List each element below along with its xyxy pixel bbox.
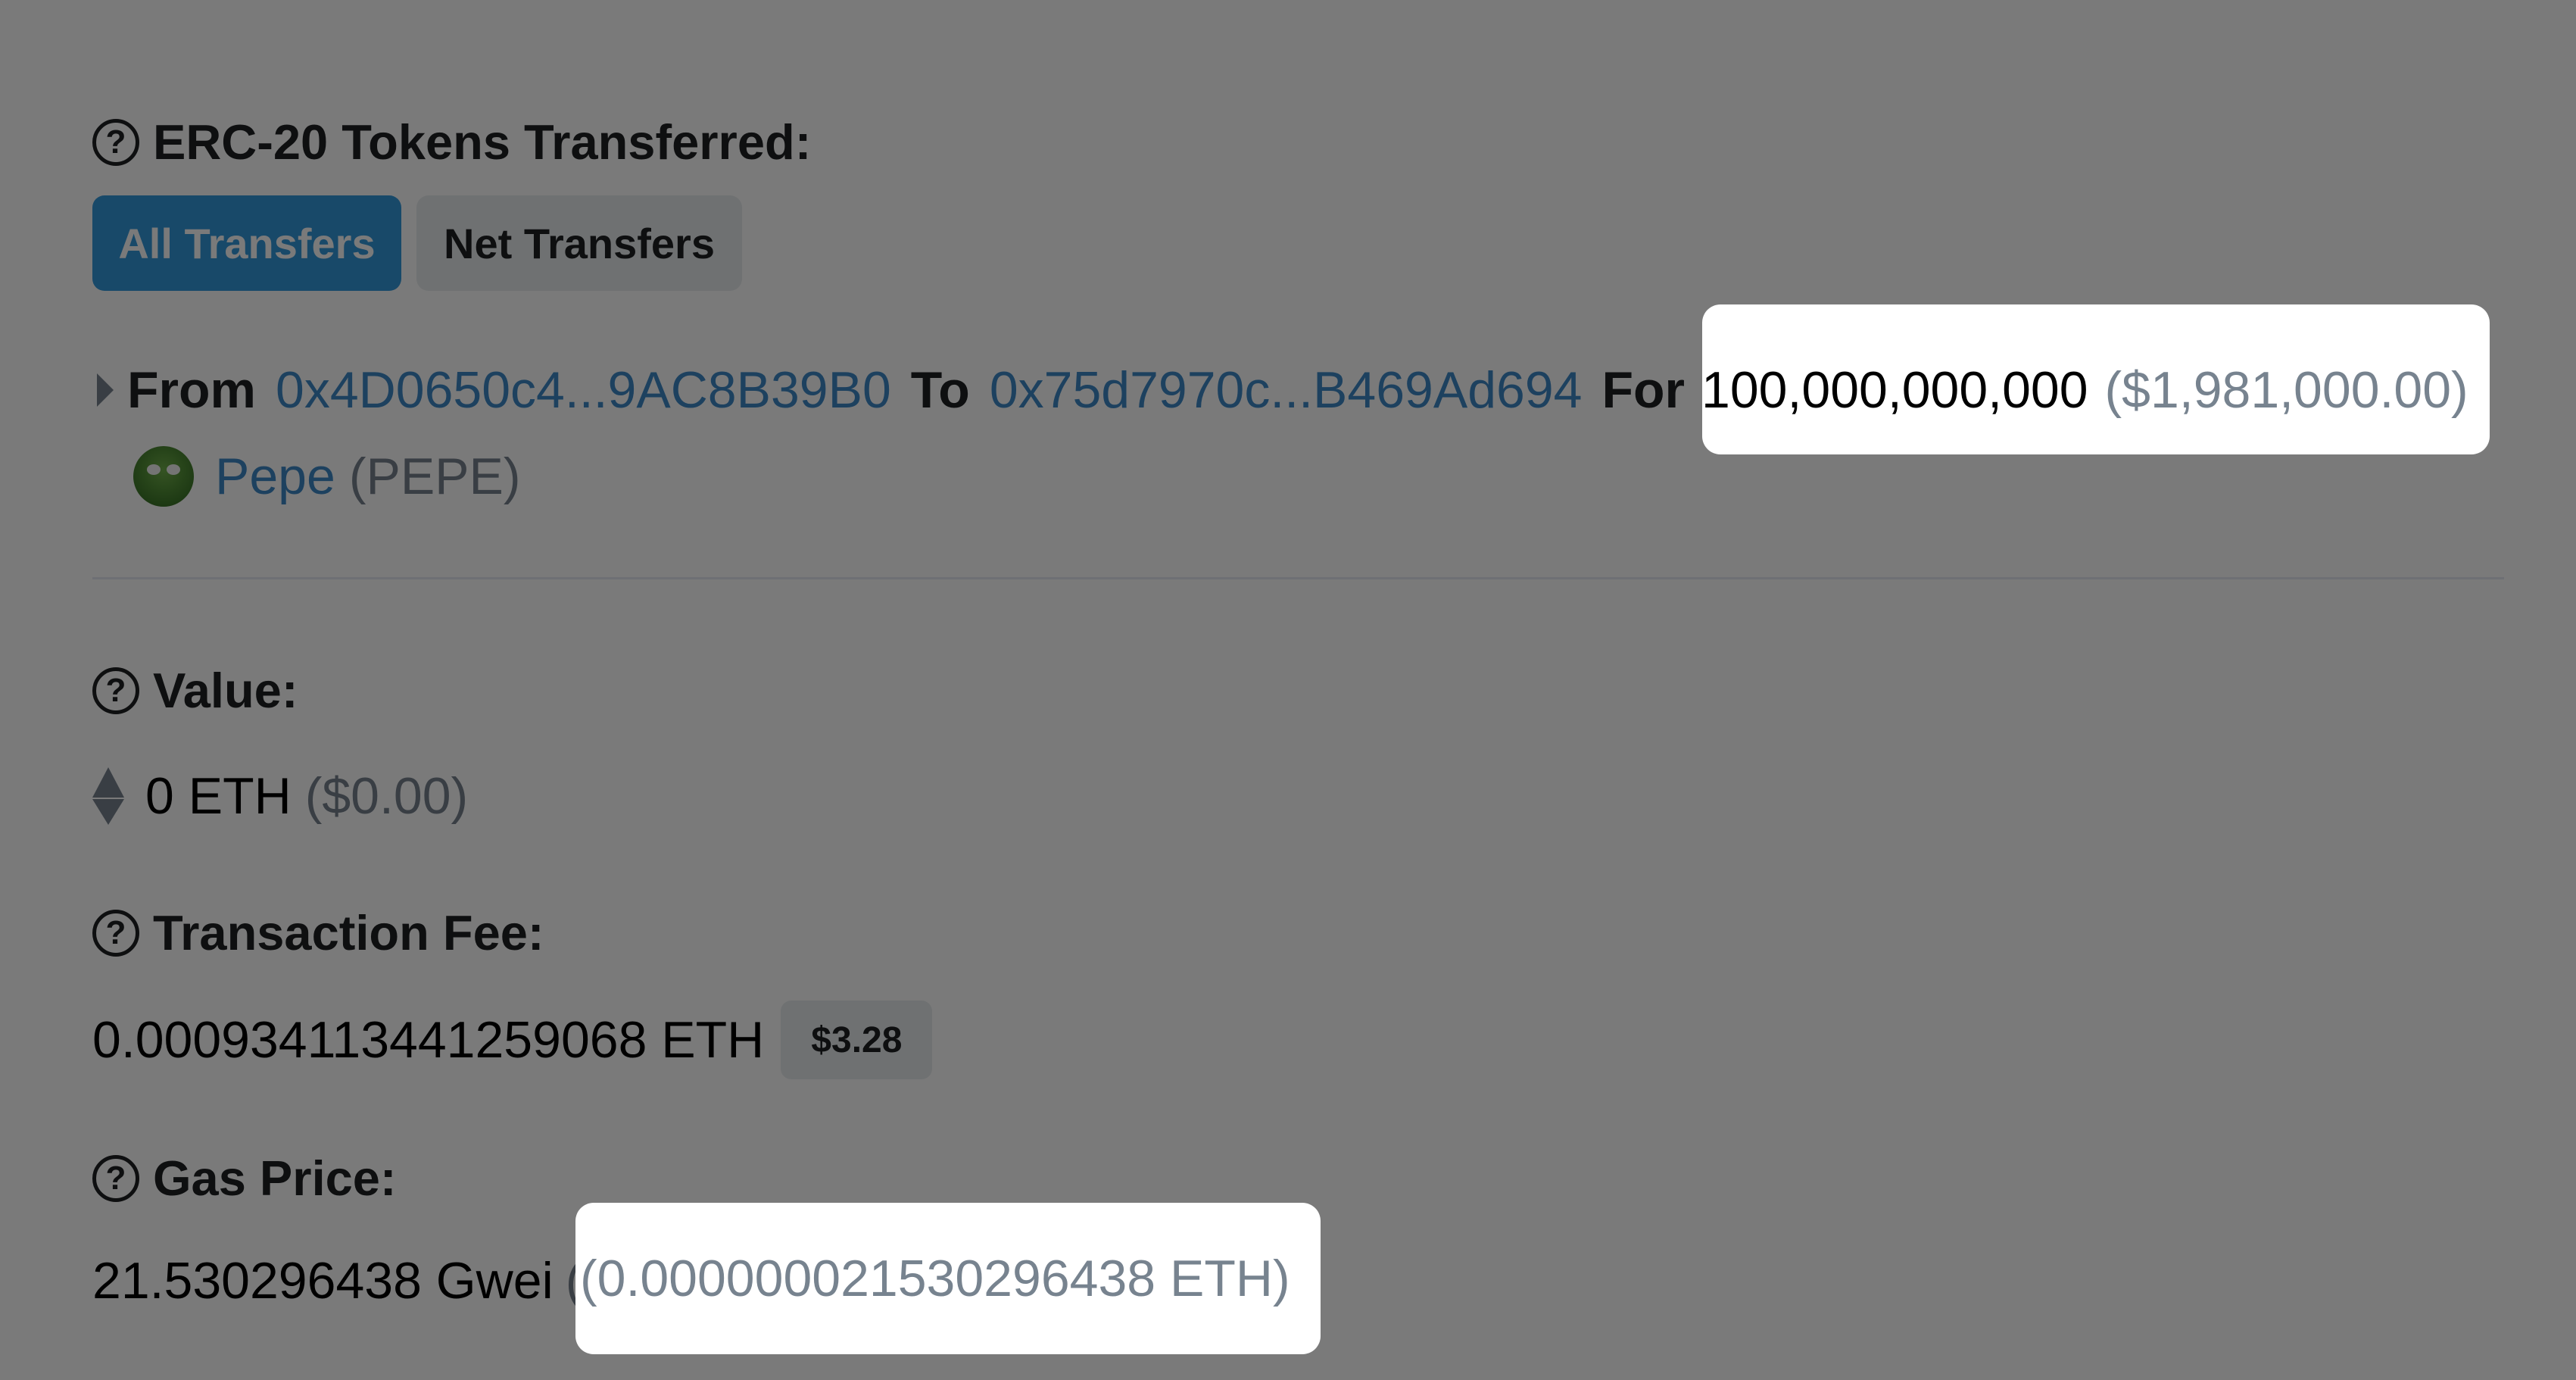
gas-price-gwei: 21.530296438 Gwei — [92, 1252, 554, 1310]
section-divider — [92, 577, 2504, 579]
transaction-details-page: ? ERC-20 Tokens Transferred: All Transfe… — [0, 0, 2576, 1380]
transaction-fee-row: 0.000934113441259068 ETH $3.28 — [92, 1000, 933, 1080]
value-amount: 0 ETH — [145, 767, 292, 825]
ethereum-icon — [92, 767, 124, 825]
question-circle-icon[interactable]: ? — [92, 118, 139, 166]
from-address-link[interactable]: 0x4D0650c4...9AC8B39B0 — [276, 361, 891, 420]
tokens-transferred-label: ERC-20 Tokens Transferred: — [153, 114, 812, 170]
value-amount-usd: ($0.00) — [304, 767, 469, 825]
tab-net-transfers[interactable]: Net Transfers — [416, 195, 742, 291]
transaction-fee-amount: 0.000934113441259068 ETH — [92, 1011, 765, 1069]
pepe-token-icon — [133, 446, 194, 507]
question-circle-icon[interactable]: ? — [92, 667, 139, 714]
token-amount-usd: ($1,981,000.00) — [2104, 361, 2468, 419]
value-row: 0 ETH ($0.00) — [92, 765, 468, 827]
token-transfer-row: From 0x4D0650c4...9AC8B39B0 To 0x75d7970… — [97, 359, 2468, 421]
token-name-link[interactable]: Pepe — [215, 447, 335, 506]
from-label: From — [127, 361, 256, 419]
question-circle-icon[interactable]: ? — [92, 1154, 139, 1202]
question-circle-icon[interactable]: ? — [92, 909, 139, 957]
to-address-link[interactable]: 0x75d7970c...B469Ad694 — [990, 361, 1583, 420]
token-name-row: Pepe (PEPE) — [133, 445, 521, 507]
token-symbol: (PEPE) — [348, 448, 521, 505]
tab-all-transfers[interactable]: All Transfers — [92, 195, 401, 291]
gas-price-heading: ? Gas Price: — [92, 1150, 397, 1207]
transaction-fee-heading: ? Transaction Fee: — [92, 904, 544, 961]
transaction-fee-usd-badge: $3.28 — [781, 1001, 933, 1079]
tokens-transferred-heading: ? ERC-20 Tokens Transferred: — [92, 114, 811, 170]
transaction-fee-label: Transaction Fee: — [153, 905, 544, 960]
for-label: For — [1601, 361, 1686, 419]
gas-price-label: Gas Price: — [153, 1151, 397, 1206]
value-label: Value: — [153, 663, 298, 718]
token-amount: 100,000,000,000 — [1701, 361, 2088, 419]
to-label: To — [910, 361, 970, 419]
caret-right-icon[interactable] — [97, 373, 114, 407]
value-heading: ? Value: — [92, 662, 298, 719]
highlight-gas-price-eth-text: (0.000000021530296438 ETH) — [580, 1250, 1290, 1307]
highlight-gas-price-eth-card: (0.000000021530296438 ETH) — [575, 1203, 1321, 1354]
